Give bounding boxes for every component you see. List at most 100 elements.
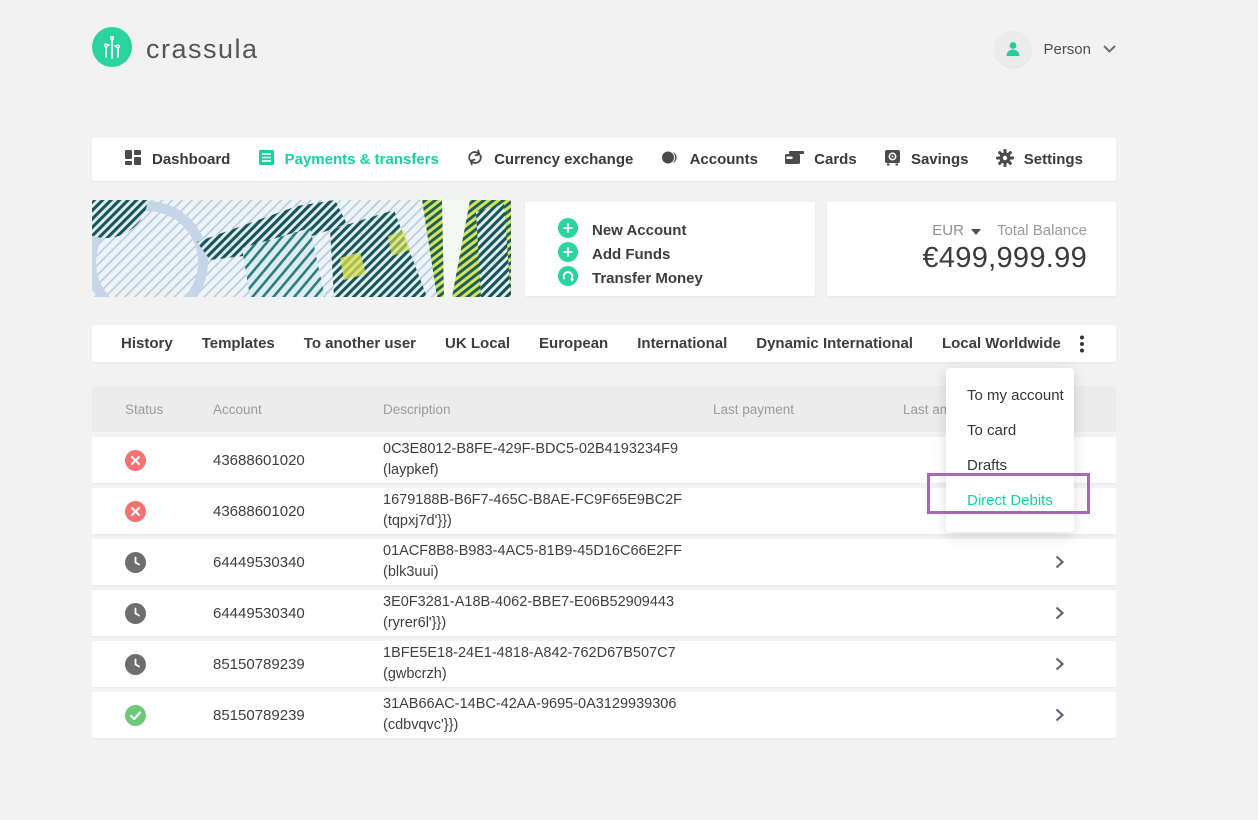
description-line2: (blk3uui) <box>383 562 713 583</box>
subnav-international[interactable]: International <box>637 335 727 352</box>
description-cell: 3E0F3281-A18B-4062-BBE7-E06B52909443 (ry… <box>383 592 713 634</box>
tab-payments-transfers[interactable]: Payments & transfers <box>258 149 439 170</box>
description-line1: 1679188B-B6F7-465C-B8AE-FC9F65E9BC2F <box>383 490 713 511</box>
caret-down-icon <box>971 222 981 239</box>
more-options-menu: To my account To card Drafts Direct Debi… <box>946 368 1074 532</box>
subnav-dynamic-international[interactable]: Dynamic International <box>756 335 913 352</box>
account-number: 85150789239 <box>213 707 383 724</box>
user-menu[interactable]: Person <box>995 31 1116 67</box>
dashboard-grid-icon <box>125 149 142 170</box>
subnav-templates[interactable]: Templates <box>202 335 275 352</box>
row-chevron-right-icon[interactable] <box>1053 606 1116 620</box>
total-balance-amount: €499,999.99 <box>827 242 1087 275</box>
description-line2: (gwbcrzh) <box>383 664 713 685</box>
chevron-down-icon <box>1103 40 1116 58</box>
description-line1: 1BFE5E18-24E1-4818-A842-762D67B507C7 <box>383 643 713 664</box>
banknote-image <box>92 200 511 297</box>
status-success-icon <box>125 705 146 726</box>
account-number: 64449530340 <box>213 554 383 571</box>
currency-dropdown[interactable]: EUR <box>932 222 981 239</box>
table-row[interactable]: 85150789239 31AB66AC-14BC-42AA-9695-0A31… <box>92 692 1116 738</box>
menu-item-direct-debits[interactable]: Direct Debits <box>946 483 1074 518</box>
description-line1: 0C3E8012-B8FE-429F-BDC5-02B4193234F9 <box>383 439 713 460</box>
description-line2: (ryrer6l'}}) <box>383 613 713 634</box>
transfers-subnav: History Templates To another user UK Loc… <box>92 325 1116 362</box>
user-name: Person <box>1043 41 1091 58</box>
add-funds-button[interactable]: Add Funds <box>558 242 815 266</box>
new-account-button[interactable]: New Account <box>558 218 815 242</box>
crassula-logo-icon <box>92 27 132 72</box>
plus-circle-icon <box>558 242 578 266</box>
description-cell: 1679188B-B6F7-465C-B8AE-FC9F65E9BC2F (tq… <box>383 490 713 532</box>
row-chevron-right-icon[interactable] <box>1053 555 1116 569</box>
col-status: Status <box>125 402 213 417</box>
table-row[interactable]: 85150789239 1BFE5E18-24E1-4818-A842-762D… <box>92 641 1116 687</box>
account-number: 64449530340 <box>213 605 383 622</box>
action-label: New Account <box>592 222 686 239</box>
plus-circle-icon <box>558 218 578 242</box>
app-header: crassula Person <box>92 24 1116 74</box>
subnav-local-worldwide[interactable]: Local Worldwide <box>942 335 1061 352</box>
description-cell: 31AB66AC-14BC-42AA-9695-0A3129939306 (cd… <box>383 694 713 736</box>
subnav-to-another-user[interactable]: To another user <box>304 335 416 352</box>
row-chevron-right-icon[interactable] <box>1053 657 1116 671</box>
menu-item-to-card[interactable]: To card <box>946 413 1074 448</box>
more-options-button[interactable] <box>1072 331 1092 357</box>
description-cell: 1BFE5E18-24E1-4818-A842-762D67B507C7 (gw… <box>383 643 713 685</box>
tab-accounts[interactable]: Accounts <box>661 149 758 170</box>
tab-cards[interactable]: Cards <box>785 150 857 170</box>
tab-settings[interactable]: Settings <box>996 149 1083 171</box>
transfer-money-button[interactable]: Transfer Money <box>558 266 815 290</box>
col-account: Account <box>213 402 383 417</box>
safe-vault-icon <box>884 149 901 170</box>
menu-item-drafts[interactable]: Drafts <box>946 448 1074 483</box>
description-line2: (laypkef) <box>383 460 713 481</box>
transfer-circle-icon <box>558 266 578 290</box>
quick-actions-panel: New Account Add Funds Transfer Money <box>525 202 815 296</box>
user-avatar-icon <box>995 31 1031 67</box>
brand-name: crassula <box>146 34 259 65</box>
table-row[interactable]: 64449530340 3E0F3281-A18B-4062-BBE7-E06B… <box>92 590 1116 636</box>
status-pending-icon <box>125 603 146 624</box>
description-line2: (cdbvqvc'}}) <box>383 715 713 736</box>
tab-label: Currency exchange <box>494 151 633 168</box>
total-balance-card: EUR Total Balance €499,999.99 <box>827 202 1116 296</box>
total-balance-label: Total Balance <box>997 222 1087 239</box>
subnav-european[interactable]: European <box>539 335 608 352</box>
action-label: Transfer Money <box>592 270 703 287</box>
kebab-menu-icon <box>1080 335 1084 353</box>
exchange-arrows-icon <box>466 149 484 170</box>
account-number: 43688601020 <box>213 503 383 520</box>
table-row[interactable]: 64449530340 01ACF8B8-B983-4AC5-81B9-45D1… <box>92 539 1116 585</box>
status-pending-icon <box>125 654 146 675</box>
main-navigation: Dashboard Payments & transfers Currency … <box>92 138 1116 181</box>
tab-label: Accounts <box>690 151 758 168</box>
description-cell: 01ACF8B8-B983-4AC5-81B9-45D16C66E2FF (bl… <box>383 541 713 583</box>
gear-icon <box>996 149 1014 171</box>
description-line1: 31AB66AC-14BC-42AA-9695-0A3129939306 <box>383 694 713 715</box>
description-line1: 3E0F3281-A18B-4062-BBE7-E06B52909443 <box>383 592 713 613</box>
status-failed-icon <box>125 501 146 522</box>
credit-card-icon <box>785 150 804 170</box>
action-label: Add Funds <box>592 246 670 263</box>
account-number: 85150789239 <box>213 656 383 673</box>
description-line1: 01ACF8B8-B983-4AC5-81B9-45D16C66E2FF <box>383 541 713 562</box>
tab-dashboard[interactable]: Dashboard <box>125 149 230 170</box>
col-last-payment: Last payment <box>713 402 903 417</box>
accounts-coins-icon <box>661 149 680 170</box>
description-line2: (tqpxj7d'}}) <box>383 511 713 532</box>
account-number: 43688601020 <box>213 452 383 469</box>
tab-currency-exchange[interactable]: Currency exchange <box>466 149 633 170</box>
row-chevron-right-icon[interactable] <box>1053 708 1116 722</box>
subnav-uk-local[interactable]: UK Local <box>445 335 510 352</box>
status-pending-icon <box>125 552 146 573</box>
tab-label: Payments & transfers <box>285 151 439 168</box>
menu-item-to-my-account[interactable]: To my account <box>946 378 1074 413</box>
tab-savings[interactable]: Savings <box>884 149 969 170</box>
subnav-history[interactable]: History <box>121 335 173 352</box>
tab-label: Settings <box>1024 151 1083 168</box>
description-cell: 0C3E8012-B8FE-429F-BDC5-02B4193234F9 (la… <box>383 439 713 481</box>
tab-label: Savings <box>911 151 969 168</box>
brand-logo[interactable]: crassula <box>92 27 259 72</box>
payments-list-icon <box>258 149 275 170</box>
